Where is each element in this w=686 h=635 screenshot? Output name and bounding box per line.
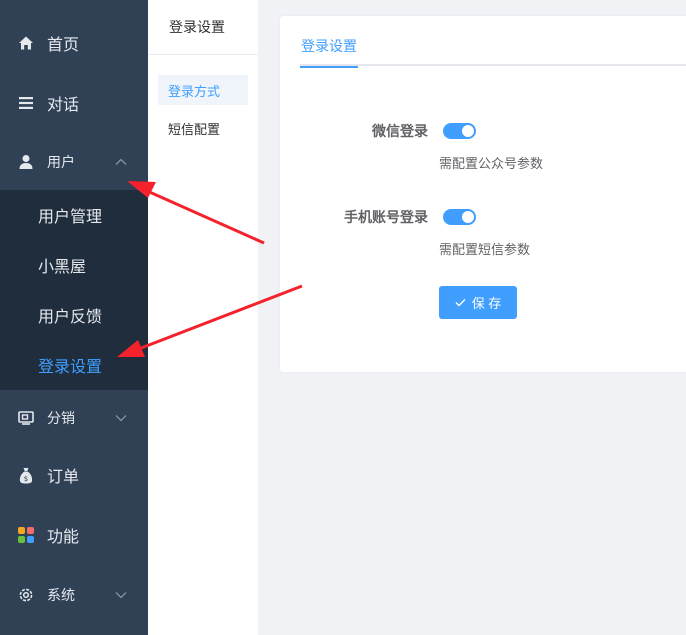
subnav-title: 登录设置 xyxy=(148,0,258,55)
chevron-up-icon xyxy=(115,158,127,165)
save-button-label: 保 存 xyxy=(471,296,502,311)
grid-icon xyxy=(17,526,35,544)
sidebar-item-label: 分销 xyxy=(47,411,75,427)
wechat-login-help: 需配置公众号参数 xyxy=(439,157,544,172)
home-icon xyxy=(17,34,35,52)
gear-icon xyxy=(17,586,35,604)
switch-knob xyxy=(462,211,474,223)
sidebar-item-label: 首页 xyxy=(47,35,80,54)
submenu-item-label: 登录设置 xyxy=(38,357,103,376)
sidebar-item-label: 系统 xyxy=(47,588,75,604)
save-button[interactable]: 保 存 xyxy=(439,286,517,319)
submenu-item-label: 用户管理 xyxy=(38,207,103,226)
phone-login-label: 手机账号登录 xyxy=(344,210,428,226)
subnav-item-sms-config[interactable]: 短信配置 xyxy=(158,113,248,143)
sidebar-item-label: 功能 xyxy=(47,527,80,546)
user-icon xyxy=(17,153,35,171)
subnav-item-login-method[interactable]: 登录方式 xyxy=(158,75,248,105)
submenu-item-blacklist[interactable]: 小黑屋 xyxy=(0,240,148,290)
user-submenu: 用户管理 小黑屋 用户反馈 登录设置 xyxy=(0,190,148,390)
settings-subnav: 登录设置 登录方式 短信配置 xyxy=(148,0,258,635)
submenu-item-login-settings[interactable]: 登录设置 xyxy=(0,340,148,390)
field-row-wechat: 微信登录 xyxy=(280,121,428,141)
subnav-item-label: 登录方式 xyxy=(168,84,221,100)
sidebar-item-orders[interactable]: $ 订单 xyxy=(0,450,148,500)
sidebar-item-distribution[interactable]: 分销 xyxy=(0,393,148,443)
chevron-down-icon xyxy=(115,592,127,599)
submenu-item-label: 用户反馈 xyxy=(38,307,103,326)
svg-text:$: $ xyxy=(24,475,28,483)
sidebar-item-home[interactable]: 首页 xyxy=(0,18,148,68)
sidebar-item-features[interactable]: 功能 xyxy=(0,510,148,560)
check-icon xyxy=(455,299,466,307)
wechat-login-switch[interactable] xyxy=(443,123,476,139)
settings-card: 登录设置 微信登录 需配置公众号参数 手机账号登录 需配置短信参数 保 存 xyxy=(279,15,686,373)
tab-login-settings[interactable]: 登录设置 xyxy=(300,36,358,68)
list-icon xyxy=(17,94,35,112)
wechat-login-label: 微信登录 xyxy=(372,124,428,140)
subnav-item-label: 短信配置 xyxy=(168,122,221,138)
phone-login-switch[interactable] xyxy=(443,209,476,225)
submenu-item-label: 小黑屋 xyxy=(38,257,87,276)
sidebar-item-label: 用户 xyxy=(47,155,75,171)
sidebar-item-system[interactable]: 系统 xyxy=(0,570,148,620)
sidebar-item-label: 对话 xyxy=(47,95,80,114)
field-row-phone: 手机账号登录 xyxy=(280,207,428,227)
switch-knob xyxy=(462,125,474,137)
submenu-item-user-management[interactable]: 用户管理 xyxy=(0,190,148,240)
distribution-icon xyxy=(17,409,35,427)
phone-login-help: 需配置短信参数 xyxy=(439,243,531,258)
money-bag-icon: $ xyxy=(17,466,35,484)
sidebar: 首页 对话 用户 用户管理 小黑屋 用户反馈 登录设置 分销 $ 订单 功能 系… xyxy=(0,0,148,635)
sidebar-item-label: 订单 xyxy=(47,467,80,486)
sidebar-item-user[interactable]: 用户 xyxy=(0,137,148,187)
submenu-item-feedback[interactable]: 用户反馈 xyxy=(0,290,148,340)
chevron-down-icon xyxy=(115,415,127,422)
sidebar-item-chat[interactable]: 对话 xyxy=(0,78,148,128)
tab-bar: 登录设置 xyxy=(300,16,686,68)
